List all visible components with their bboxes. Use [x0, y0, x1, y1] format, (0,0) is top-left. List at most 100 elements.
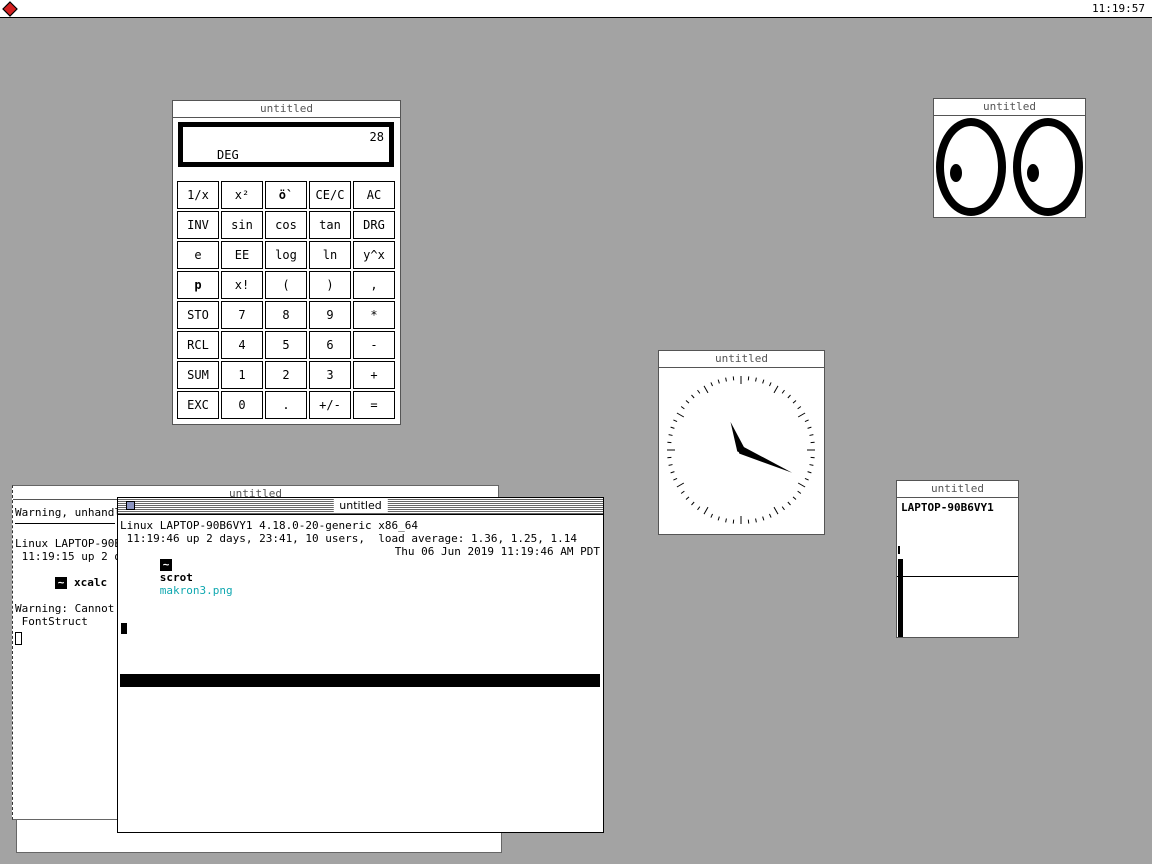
prompt-line: ~ scrot makron3.png Thu 06 Jun 2019 11:1… [120, 545, 600, 623]
clock-tick [668, 434, 673, 436]
calc-key[interactable]: DRG [353, 211, 395, 239]
calc-key[interactable]: + [353, 361, 395, 389]
calc-key[interactable]: +/- [309, 391, 351, 419]
clock-tick [673, 419, 678, 422]
terminal-command: scrot [159, 571, 193, 584]
calc-key[interactable]: 8 [265, 301, 307, 329]
calc-key[interactable]: x! [221, 271, 263, 299]
calc-key[interactable]: 0 [221, 391, 263, 419]
load-graph-tick [898, 546, 900, 554]
calc-key[interactable]: RCL [177, 331, 219, 359]
right-pupil [1027, 164, 1039, 182]
calc-key[interactable]: ( [265, 271, 307, 299]
calc-key[interactable]: 7 [221, 301, 263, 329]
calc-key[interactable]: 9 [309, 301, 351, 329]
front-terminal-window: untitled Linux LAPTOP-90B6VY1 4.18.0-20-… [117, 497, 604, 833]
window-title[interactable]: untitled [897, 481, 1018, 498]
calc-key[interactable]: p [177, 271, 219, 299]
window-title[interactable]: untitled [659, 351, 824, 368]
calc-key[interactable]: 1 [221, 361, 263, 389]
analog-clock-face [667, 376, 815, 524]
clock-tick [685, 400, 690, 404]
calc-key[interactable]: y^x [353, 241, 395, 269]
window-title[interactable]: untitled [934, 99, 1085, 116]
clock-tick [668, 464, 673, 466]
calc-key[interactable]: 4 [221, 331, 263, 359]
terminal-title-bar[interactable]: untitled [118, 498, 603, 515]
clock-tick [676, 412, 685, 418]
left-pupil [950, 164, 962, 182]
terminal-line: 11:19:46 up 2 days, 23:41, 10 users, loa… [120, 532, 577, 545]
terminal-command: xcalc [74, 576, 108, 589]
calc-key[interactable]: EXC [177, 391, 219, 419]
calc-key[interactable]: 6 [309, 331, 351, 359]
terminal-cursor [121, 623, 127, 634]
xload-hostname: LAPTOP-90B6VY1 [901, 501, 994, 514]
terminal-datetime: Thu 06 Jun 2019 11:19:46 AM PDT [394, 545, 600, 558]
clock-minute-hand [737, 446, 793, 473]
terminal-argument: makron3.png [159, 584, 233, 597]
calc-key[interactable]: , [353, 271, 395, 299]
calc-key[interactable]: 5 [265, 331, 307, 359]
calc-key[interactable]: CE/C [309, 181, 351, 209]
front-terminal-output[interactable]: Linux LAPTOP-90B6VY1 4.18.0-20-generic x… [120, 519, 600, 634]
calc-key[interactable]: . [265, 391, 307, 419]
clock-tick [703, 506, 709, 515]
clock-tick [797, 482, 806, 488]
calc-keypad: 1/x x² ö` CE/C AC INV sin cos tan DRG e EE log ln y^x p… [177, 181, 395, 419]
clock-tick [685, 496, 690, 500]
window-title[interactable]: untitled [173, 101, 400, 118]
clock-tick [697, 389, 701, 394]
calc-key[interactable]: ö` [265, 181, 307, 209]
diamond-logo-icon[interactable] [2, 1, 18, 17]
calc-key[interactable]: SUM [177, 361, 219, 389]
clock-tick [769, 513, 772, 518]
close-box-icon[interactable] [126, 501, 135, 510]
clock-tick [691, 501, 695, 506]
clock-tick [773, 506, 779, 515]
calc-key[interactable]: - [353, 331, 395, 359]
calc-display: 28 DEG [178, 122, 394, 167]
clock-tick [762, 516, 765, 521]
clock-tick [809, 464, 814, 466]
calc-key[interactable]: log [265, 241, 307, 269]
clock-tick [717, 379, 720, 384]
calc-key[interactable]: INV [177, 211, 219, 239]
right-eye [1013, 118, 1083, 216]
clock-tick [676, 482, 685, 488]
calc-key[interactable]: AC [353, 181, 395, 209]
calc-key[interactable]: 3 [309, 361, 351, 389]
clock-tick [769, 382, 772, 387]
xclock-window: untitled [658, 350, 825, 535]
clock-tick [797, 406, 802, 410]
calc-key[interactable]: x² [221, 181, 263, 209]
calc-key[interactable]: cos [265, 211, 307, 239]
calc-key[interactable]: STO [177, 301, 219, 329]
calc-key[interactable]: ln [309, 241, 351, 269]
clock-tick [680, 490, 685, 494]
clock-tick [755, 377, 757, 382]
load-graph-bar [898, 559, 903, 637]
xeyes-window: untitled [933, 98, 1086, 218]
terminal-rule [15, 523, 115, 537]
calc-key[interactable]: sin [221, 211, 263, 239]
calc-key[interactable]: tan [309, 211, 351, 239]
calc-key[interactable]: 2 [265, 361, 307, 389]
clock-tick [804, 419, 809, 422]
clock-tick [680, 406, 685, 410]
calc-key[interactable]: ) [309, 271, 351, 299]
calc-key[interactable]: e [177, 241, 219, 269]
clock-tick [804, 478, 809, 481]
calc-display-mode: DEG [217, 148, 239, 162]
calc-key[interactable]: * [353, 301, 395, 329]
clock-tick [773, 385, 779, 394]
menubar-clock: 11:19:57 [1092, 2, 1145, 15]
calc-key[interactable]: = [353, 391, 395, 419]
xcalc-window: untitled 28 DEG 1/x x² ö` CE/C AC INV sin cos ta… [172, 100, 401, 425]
terminal-cursor [15, 632, 22, 645]
clock-tick [787, 394, 791, 399]
calc-key[interactable]: 1/x [177, 181, 219, 209]
calc-key[interactable]: EE [221, 241, 263, 269]
clock-tick [691, 394, 695, 399]
clock-tick [725, 518, 727, 523]
